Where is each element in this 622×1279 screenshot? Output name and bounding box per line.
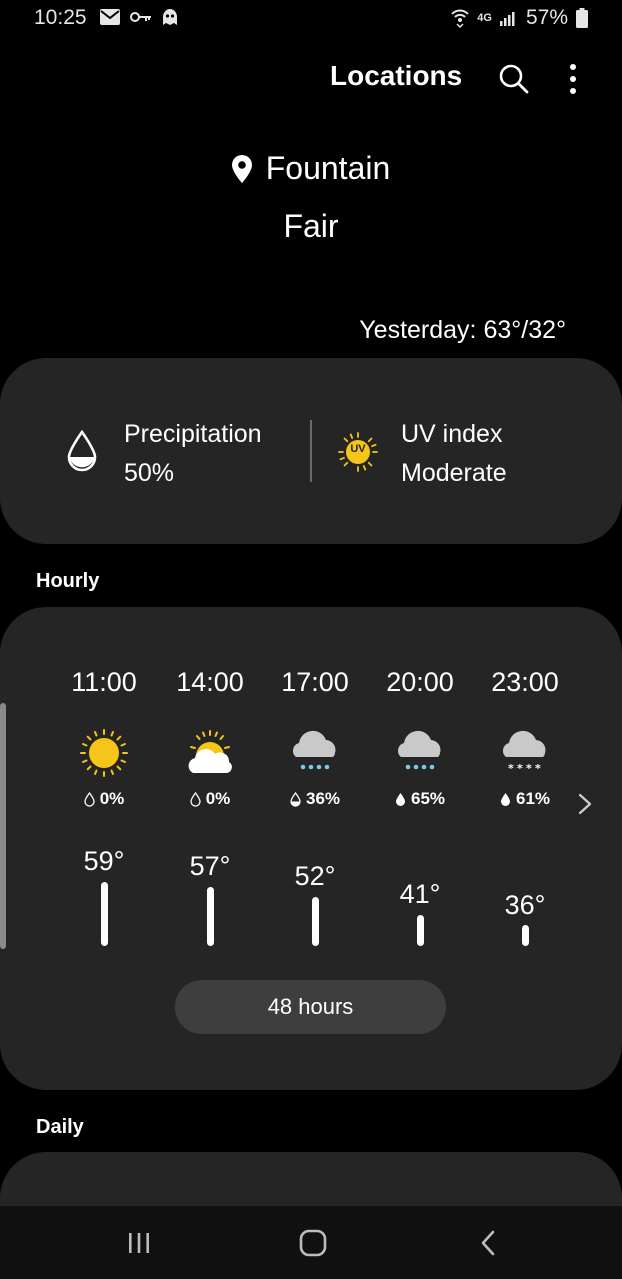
navigation-bar (0, 1206, 622, 1279)
hour-precip-value: 36% (305, 789, 341, 808)
hour-precipitation: 0% (51, 789, 157, 809)
daily-section-title: Daily (36, 1116, 84, 1138)
drop-filled-icon (395, 792, 405, 806)
water-drop-icon (67, 430, 97, 472)
recent-apps-icon[interactable] (127, 1232, 151, 1254)
svg-text:*: * (535, 762, 541, 775)
status-time: 10:25 (34, 6, 87, 29)
chevron-right-icon[interactable] (574, 792, 596, 816)
location-pin-icon (231, 154, 252, 183)
info-divider (310, 420, 312, 482)
hour-time: 23:00 (491, 667, 559, 697)
hour-precipitation: 65% (367, 789, 473, 809)
scroll-indicator (0, 703, 6, 949)
home-icon[interactable] (299, 1229, 327, 1257)
hour-precip-value: 61% (515, 789, 551, 808)
temperature-bar (417, 915, 424, 946)
drop-outline-icon (84, 791, 95, 807)
location-name: Fountain (265, 150, 391, 186)
hour-temperature: 57° (189, 851, 231, 881)
temperature-bar (312, 897, 319, 946)
hourly-section-title: Hourly (36, 570, 100, 592)
drop-filled-icon (500, 792, 510, 806)
uv-badge-text: UV (350, 443, 366, 455)
hour-precip-value: 65% (410, 789, 446, 808)
sun-icon (80, 729, 128, 777)
more-options-icon[interactable] (560, 62, 586, 96)
hour-time: 17:00 (281, 667, 349, 697)
hour-precipitation: 61% (472, 789, 560, 809)
battery-percent: 57% (525, 6, 568, 29)
uv-index-label: UV index (401, 420, 503, 448)
battery-icon (576, 8, 588, 28)
mail-icon (100, 9, 120, 25)
temperature-bar (522, 925, 529, 946)
header-title[interactable]: Locations (330, 60, 462, 92)
search-icon[interactable] (498, 63, 530, 95)
precipitation-value: 50% (124, 459, 175, 487)
hour-time: 14:00 (176, 667, 244, 697)
hour-precipitation: 0% (157, 789, 263, 809)
hour-temperature: 59° (83, 846, 125, 876)
partly-cloudy-icon (188, 730, 232, 773)
hour-item: 23:00 * * * * 61% 36° (472, 607, 560, 1090)
hour-temperature: 41° (399, 879, 441, 909)
yesterday-temperatures: Yesterday: 63°/32° (359, 316, 566, 344)
hour-temperature: 52° (294, 861, 336, 891)
rain-icon (397, 730, 441, 770)
svg-text:*: * (508, 762, 514, 775)
network-type: 4G (477, 12, 492, 24)
status-notification-icons (100, 8, 178, 26)
precipitation-label: Precipitation (124, 420, 262, 448)
key-icon (130, 12, 151, 22)
snow-icon: * * * * (502, 730, 546, 775)
48-hours-button[interactable]: 48 hours (175, 980, 446, 1034)
drop-outline-icon (190, 791, 201, 807)
svg-text:*: * (526, 762, 532, 775)
ghost-icon (163, 9, 177, 25)
back-icon[interactable] (478, 1230, 498, 1256)
hour-item: 11:00 0% 59° (51, 607, 157, 1090)
wifi-calling-icon (451, 9, 470, 28)
hour-time: 20:00 (386, 667, 454, 697)
temperature-bar (207, 887, 214, 946)
uv-index-value: Moderate (401, 459, 507, 487)
temperature-bar (101, 882, 108, 946)
hour-temperature: 36° (504, 890, 546, 920)
status-right-group: 4G 57% (451, 6, 588, 30)
current-condition: Fair (283, 208, 339, 244)
rain-icon (292, 730, 336, 770)
hour-time: 11:00 (71, 667, 137, 697)
hour-precip-value: 0% (99, 789, 125, 808)
location-heading: Fountain (0, 150, 622, 187)
drop-half-icon (290, 791, 301, 807)
hour-precipitation: 36% (262, 789, 368, 809)
hour-precip-value: 0% (205, 789, 231, 808)
svg-text:*: * (517, 762, 523, 775)
signal-icon (499, 12, 515, 26)
